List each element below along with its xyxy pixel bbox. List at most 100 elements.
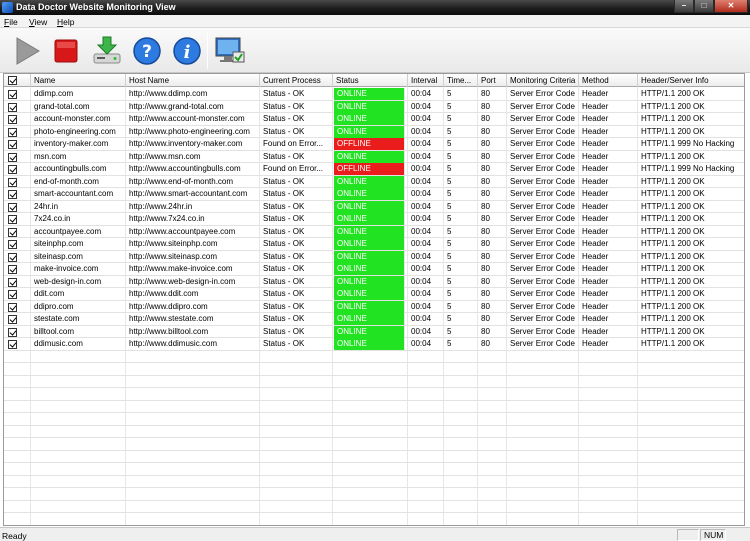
- table-row[interactable]: stestate.com http://www.stestate.com Statu…: [4, 313, 744, 326]
- row-checkbox[interactable]: [8, 302, 17, 312]
- table-row[interactable]: siteinasp.com http://www.siteinasp.com Sta…: [4, 250, 744, 263]
- menu-bar: File View Help: [0, 15, 750, 28]
- row-checkbox[interactable]: [8, 90, 17, 99]
- row-checkbox[interactable]: [8, 190, 17, 199]
- status-cell: ONLINE: [334, 263, 405, 275]
- stop-button[interactable]: [49, 34, 83, 68]
- header-server-info-cell: HTTP/1.1 200 OK: [638, 301, 744, 313]
- host-name-cell: http://www.inventory-maker.com: [126, 138, 260, 150]
- select-cell: [4, 175, 31, 188]
- select-cell: [4, 275, 31, 288]
- row-checkbox[interactable]: [8, 165, 17, 174]
- method-cell: Header: [579, 313, 638, 325]
- table-row[interactable]: ddimp.com http://www.ddimp.com Status - OK…: [4, 88, 744, 101]
- close-button[interactable]: ✕: [714, 0, 748, 13]
- timeout-cell: 5: [444, 238, 478, 250]
- col-timeout-header[interactable]: Time...: [444, 74, 478, 87]
- host-name-cell: http://www.siteinasp.com: [126, 250, 260, 263]
- row-checkbox[interactable]: [8, 202, 17, 212]
- row-checkbox[interactable]: [8, 240, 17, 249]
- row-checkbox[interactable]: [8, 177, 17, 187]
- table-row[interactable]: end-of-month.com http://www.end-of-month.…: [4, 175, 744, 188]
- row-checkbox[interactable]: [8, 315, 17, 324]
- table-row[interactable]: ddimusic.com http://www.ddimusic.com Statu…: [4, 338, 744, 351]
- timeout-cell: 5: [444, 213, 478, 225]
- interval-cell: 00:04: [408, 150, 444, 163]
- table-row[interactable]: 7x24.co.in http://www.7x24.co.in Status - …: [4, 213, 744, 226]
- table-row[interactable]: inventory-maker.com http://www.inventory-…: [4, 138, 744, 151]
- interval-cell: 00:04: [408, 338, 444, 350]
- maximize-button[interactable]: □: [694, 0, 714, 13]
- row-checkbox[interactable]: [8, 115, 17, 124]
- row-checkbox[interactable]: [8, 152, 17, 162]
- monitoring-criteria-cell: Server Error Code: [507, 125, 579, 138]
- row-checkbox[interactable]: [8, 140, 17, 149]
- table-row[interactable]: ddit.com http://www.ddit.com Status - OK ON…: [4, 288, 744, 301]
- info-button[interactable]: i: [170, 34, 204, 68]
- table-row[interactable]: accountingbulls.com http://www.accounting…: [4, 163, 744, 176]
- row-checkbox[interactable]: [8, 127, 17, 137]
- name-cell: accountingbulls.com: [31, 163, 126, 175]
- col-host-name-header[interactable]: Host Name: [126, 74, 260, 87]
- col-header-server-info-header[interactable]: Header/Server Info: [638, 74, 744, 87]
- menu-help[interactable]: Help: [57, 17, 74, 27]
- table-row[interactable]: msn.com http://www.msn.com Status - OK ONLI…: [4, 150, 744, 163]
- play-button[interactable]: [10, 34, 44, 68]
- port-cell: 80: [478, 150, 507, 163]
- row-checkbox[interactable]: [8, 290, 17, 299]
- select-cell: [4, 300, 31, 313]
- method-cell: Header: [579, 300, 638, 313]
- row-checkbox[interactable]: [8, 227, 17, 237]
- menu-file[interactable]: File: [4, 17, 18, 27]
- port-cell: 80: [478, 238, 507, 250]
- name-cell: ddit.com: [31, 288, 126, 300]
- table-row[interactable]: accountpayee.com http://www.accountpayee.…: [4, 225, 744, 238]
- empty-row: [4, 413, 744, 426]
- table-row[interactable]: web-design-in.com http://www.web-design-i…: [4, 275, 744, 288]
- timeout-cell: 5: [444, 175, 478, 188]
- select-cell: [4, 113, 31, 125]
- status-cell: ONLINE: [334, 175, 405, 188]
- timeout-cell: 5: [444, 113, 478, 125]
- help-button[interactable]: ?: [130, 34, 164, 68]
- table-row[interactable]: 24hr.in http://www.24hr.in Status - OK ONLI…: [4, 200, 744, 213]
- table-row[interactable]: account-monster.com http://www.account-mo…: [4, 113, 744, 126]
- col-current-process-header[interactable]: Current Process: [260, 74, 333, 87]
- monitoring-criteria-cell: Server Error Code: [507, 313, 579, 325]
- table-row[interactable]: grand-total.com http://www.grand-total.co…: [4, 100, 744, 113]
- empty-row: [4, 438, 744, 451]
- name-cell: web-design-in.com: [31, 275, 126, 288]
- col-monitoring-criteria-header[interactable]: Monitoring Criteria: [507, 74, 579, 87]
- minimize-button[interactable]: –: [674, 0, 694, 13]
- table-row[interactable]: siteinphp.com http://www.siteinphp.com Sta…: [4, 238, 744, 251]
- col-status-header[interactable]: Status: [333, 74, 408, 87]
- header-server-info-cell: HTTP/1.1 200 OK: [638, 101, 744, 113]
- method-cell: Header: [579, 163, 638, 175]
- row-checkbox[interactable]: [8, 215, 17, 224]
- table-row[interactable]: billtool.com http://www.billtool.com Statu…: [4, 325, 744, 338]
- col-method-header[interactable]: Method: [579, 74, 638, 87]
- col-interval-header[interactable]: Interval: [408, 74, 444, 87]
- website-grid[interactable]: Name Host Name Current Process Status Interv…: [3, 73, 745, 526]
- monitor-view-button[interactable]: [213, 34, 247, 68]
- row-checkbox[interactable]: [8, 277, 17, 287]
- host-name-cell: http://www.24hr.in: [126, 200, 260, 213]
- table-row[interactable]: ddipro.com http://www.ddipro.com Status - …: [4, 300, 744, 313]
- table-row[interactable]: photo-engineering.com http://www.photo-en…: [4, 125, 744, 138]
- menu-view[interactable]: View: [29, 17, 47, 27]
- host-name-cell: http://www.accountingbulls.com: [126, 163, 260, 175]
- col-port-header[interactable]: Port: [478, 74, 507, 87]
- col-select-header[interactable]: [4, 74, 31, 87]
- row-checkbox[interactable]: [8, 252, 17, 262]
- table-row[interactable]: make-invoice.com http://www.make-invoice.…: [4, 263, 744, 276]
- select-cell: [4, 213, 31, 225]
- row-checkbox[interactable]: [8, 340, 17, 349]
- col-name-header[interactable]: Name: [31, 74, 126, 87]
- select-all-checkbox[interactable]: [8, 76, 17, 85]
- table-row[interactable]: smart-accountant.com http://www.smart-acc…: [4, 188, 744, 201]
- row-checkbox[interactable]: [8, 327, 17, 337]
- save-button[interactable]: [90, 34, 124, 68]
- row-checkbox[interactable]: [8, 265, 17, 274]
- port-cell: 80: [478, 250, 507, 263]
- row-checkbox[interactable]: [8, 102, 17, 112]
